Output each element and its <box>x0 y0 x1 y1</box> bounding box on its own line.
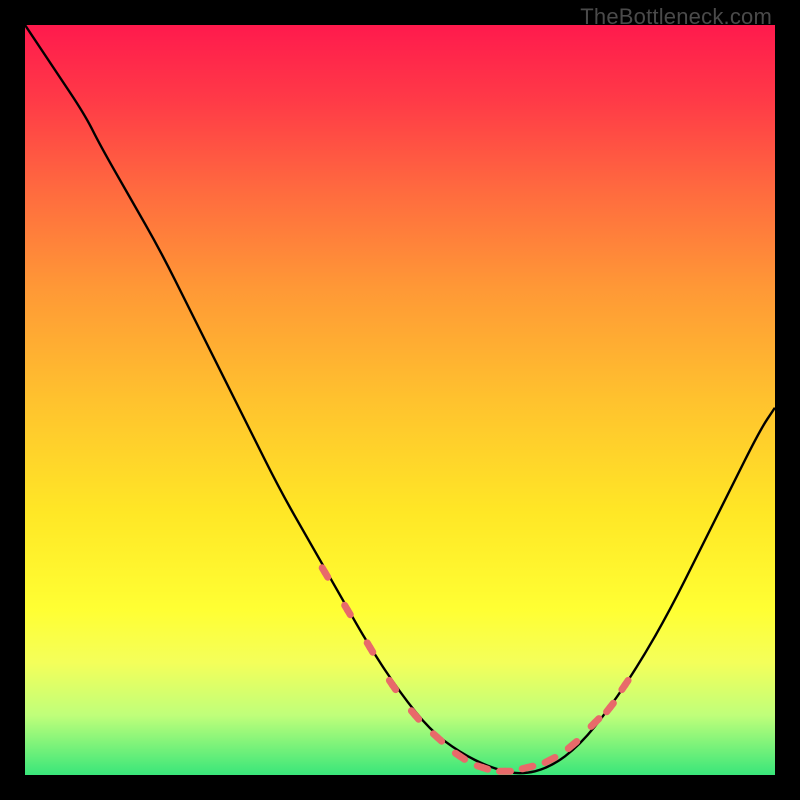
marker-dot <box>412 712 419 719</box>
marker-dot <box>479 764 486 771</box>
chart-frame <box>25 25 775 775</box>
marker-dot <box>592 719 599 726</box>
watermark-text: TheBottleneck.com <box>580 4 772 30</box>
marker-dot <box>322 569 329 576</box>
marker-group <box>322 568 629 775</box>
marker-dot <box>344 607 351 614</box>
chart-plot <box>25 25 775 775</box>
marker-dot <box>569 742 576 749</box>
curve-path <box>25 25 775 773</box>
marker-dot <box>524 764 531 771</box>
marker-dot <box>607 704 614 711</box>
marker-dot <box>547 757 554 764</box>
marker-dot <box>367 644 374 651</box>
marker-dot <box>457 753 464 760</box>
marker-dot <box>622 682 629 689</box>
marker-dot <box>389 682 396 689</box>
marker-dot <box>502 768 509 775</box>
marker-dot <box>434 734 441 741</box>
